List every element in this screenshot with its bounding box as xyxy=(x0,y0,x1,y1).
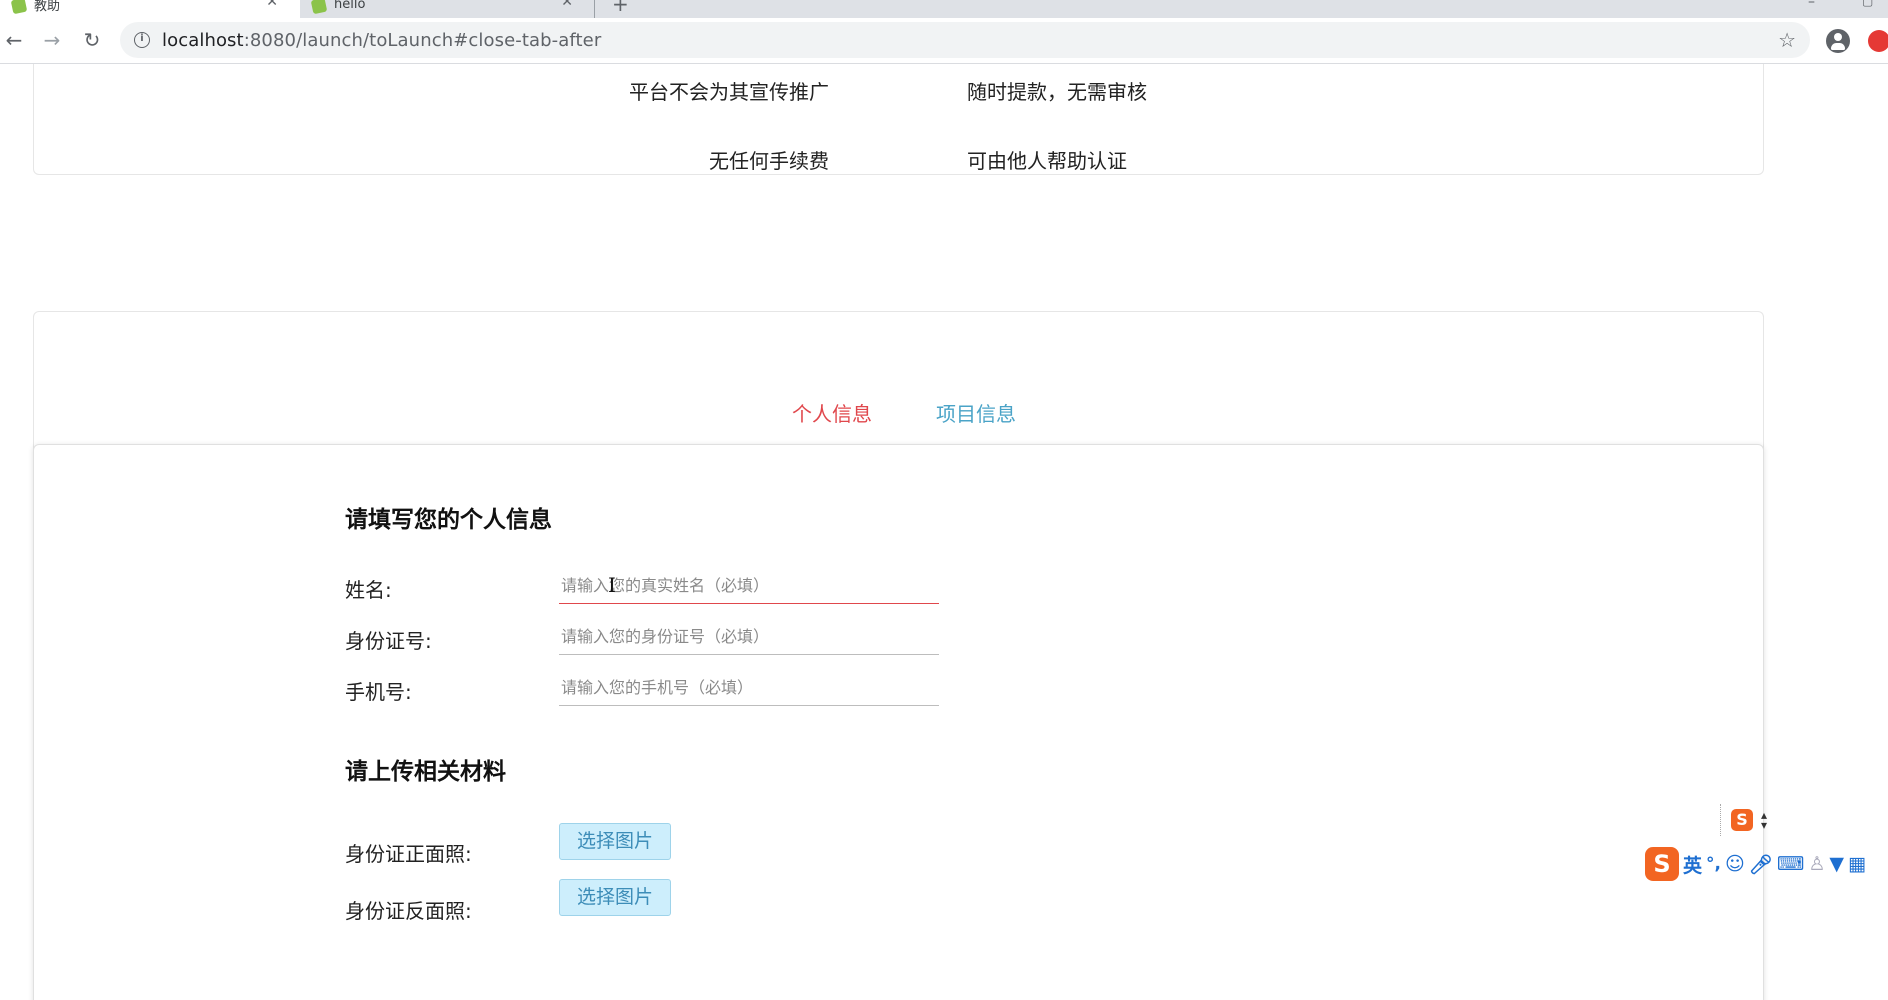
url-host: localhost xyxy=(162,29,244,51)
choose-id-back-button[interactable]: 选择图片 xyxy=(559,879,671,916)
tab-title: 教助 xyxy=(34,0,61,14)
new-tab-button[interactable]: + xyxy=(612,0,629,16)
features-card xyxy=(33,64,1764,175)
choose-id-front-button[interactable]: 选择图片 xyxy=(559,823,671,860)
url-path: :8080/launch/toLaunch#close-tab-after xyxy=(243,29,602,51)
feature-no-promotion: 平台不会为其宣传推广 xyxy=(629,80,829,104)
star-icon[interactable]: ☆ xyxy=(1778,28,1796,52)
upload-materials-heading: 请上传相关材料 xyxy=(345,759,506,785)
step-tabs-card xyxy=(33,311,1764,451)
ime-punctuation-toggle[interactable]: °, xyxy=(1706,854,1721,874)
sogou-logo-icon[interactable]: S xyxy=(1731,809,1753,831)
address-bar[interactable]: i localhost:8080/launch/toLaunch#close-t… xyxy=(120,22,1810,58)
shirt-icon[interactable]: ▼ xyxy=(1829,853,1844,875)
browser-tab-active[interactable]: 教助 ✕ xyxy=(0,0,300,18)
keyboard-icon[interactable]: ⌨ xyxy=(1777,853,1804,875)
ime-toolbar[interactable]: S 英 °, ☺ 🎤︎ ⌨ ♙ ▼ ▦ xyxy=(1645,844,1888,884)
back-arrow-icon[interactable]: ← xyxy=(2,28,26,52)
idcard-input[interactable] xyxy=(559,619,939,655)
feature-help-verify: 可由他人帮助认证 xyxy=(967,149,1127,173)
browser-tab-inactive[interactable]: hello ✕ xyxy=(300,0,595,18)
forward-arrow-icon[interactable]: → xyxy=(40,28,64,52)
tab-title: hello xyxy=(334,0,366,12)
name-label: 姓名: xyxy=(345,578,392,602)
feature-no-fees: 无任何手续费 xyxy=(709,149,829,173)
close-icon[interactable]: ✕ xyxy=(266,0,278,10)
close-icon[interactable]: ✕ xyxy=(561,0,573,10)
personal-info-form-card xyxy=(33,444,1764,1000)
feature-withdraw-anytime: 随时提款，无需审核 xyxy=(967,80,1147,104)
extension-icon[interactable] xyxy=(1868,30,1888,52)
phone-input[interactable] xyxy=(559,670,939,706)
url-text[interactable]: localhost:8080/launch/toLaunch#close-tab… xyxy=(162,30,601,51)
site-favicon-icon xyxy=(10,0,28,15)
phone-label: 手机号: xyxy=(345,680,412,704)
name-input[interactable] xyxy=(559,568,939,604)
tab-project-info[interactable]: 项目信息 xyxy=(936,398,1016,427)
tab-personal-info[interactable]: 个人信息 xyxy=(792,398,872,427)
ime-expand-icon[interactable]: ▴ ▾ xyxy=(1761,809,1767,831)
sogou-logo-icon[interactable]: S xyxy=(1645,847,1679,881)
personal-info-heading: 请填写您的个人信息 xyxy=(345,507,552,533)
page-content: 平台不会为其宣传推广 随时提款，无需审核 无任何手续费 可由他人帮助认证 个人信… xyxy=(0,64,1888,1000)
reload-icon[interactable]: ↻ xyxy=(80,28,104,52)
info-icon[interactable]: i xyxy=(134,32,150,48)
id-back-label: 身份证反面照: xyxy=(345,899,472,923)
user-icon[interactable]: ♙ xyxy=(1808,853,1825,875)
emoji-icon[interactable]: ☺ xyxy=(1725,853,1745,875)
browser-toolbar: ← → ↻ i localhost:8080/launch/toLaunch#c… xyxy=(0,18,1888,64)
idcard-label: 身份证号: xyxy=(345,629,432,653)
microphone-icon[interactable]: 🎤︎ xyxy=(1749,853,1773,876)
maximize-icon[interactable]: ▢ xyxy=(1862,0,1873,8)
ime-language-toggle[interactable]: 英 xyxy=(1683,851,1702,878)
id-front-label: 身份证正面照: xyxy=(345,842,472,866)
grid-icon[interactable]: ▦ xyxy=(1848,853,1866,875)
browser-tab-strip: 教助 ✕ hello ✕ + – ▢ xyxy=(0,0,1888,18)
minimize-icon[interactable]: – xyxy=(1808,0,1815,10)
ime-mini-toolbar[interactable]: S ▴ ▾ xyxy=(1720,804,1776,836)
profile-icon[interactable] xyxy=(1826,29,1850,53)
tab-divider xyxy=(594,0,595,18)
site-favicon-icon xyxy=(310,0,328,15)
text-cursor-icon: I xyxy=(608,573,616,597)
